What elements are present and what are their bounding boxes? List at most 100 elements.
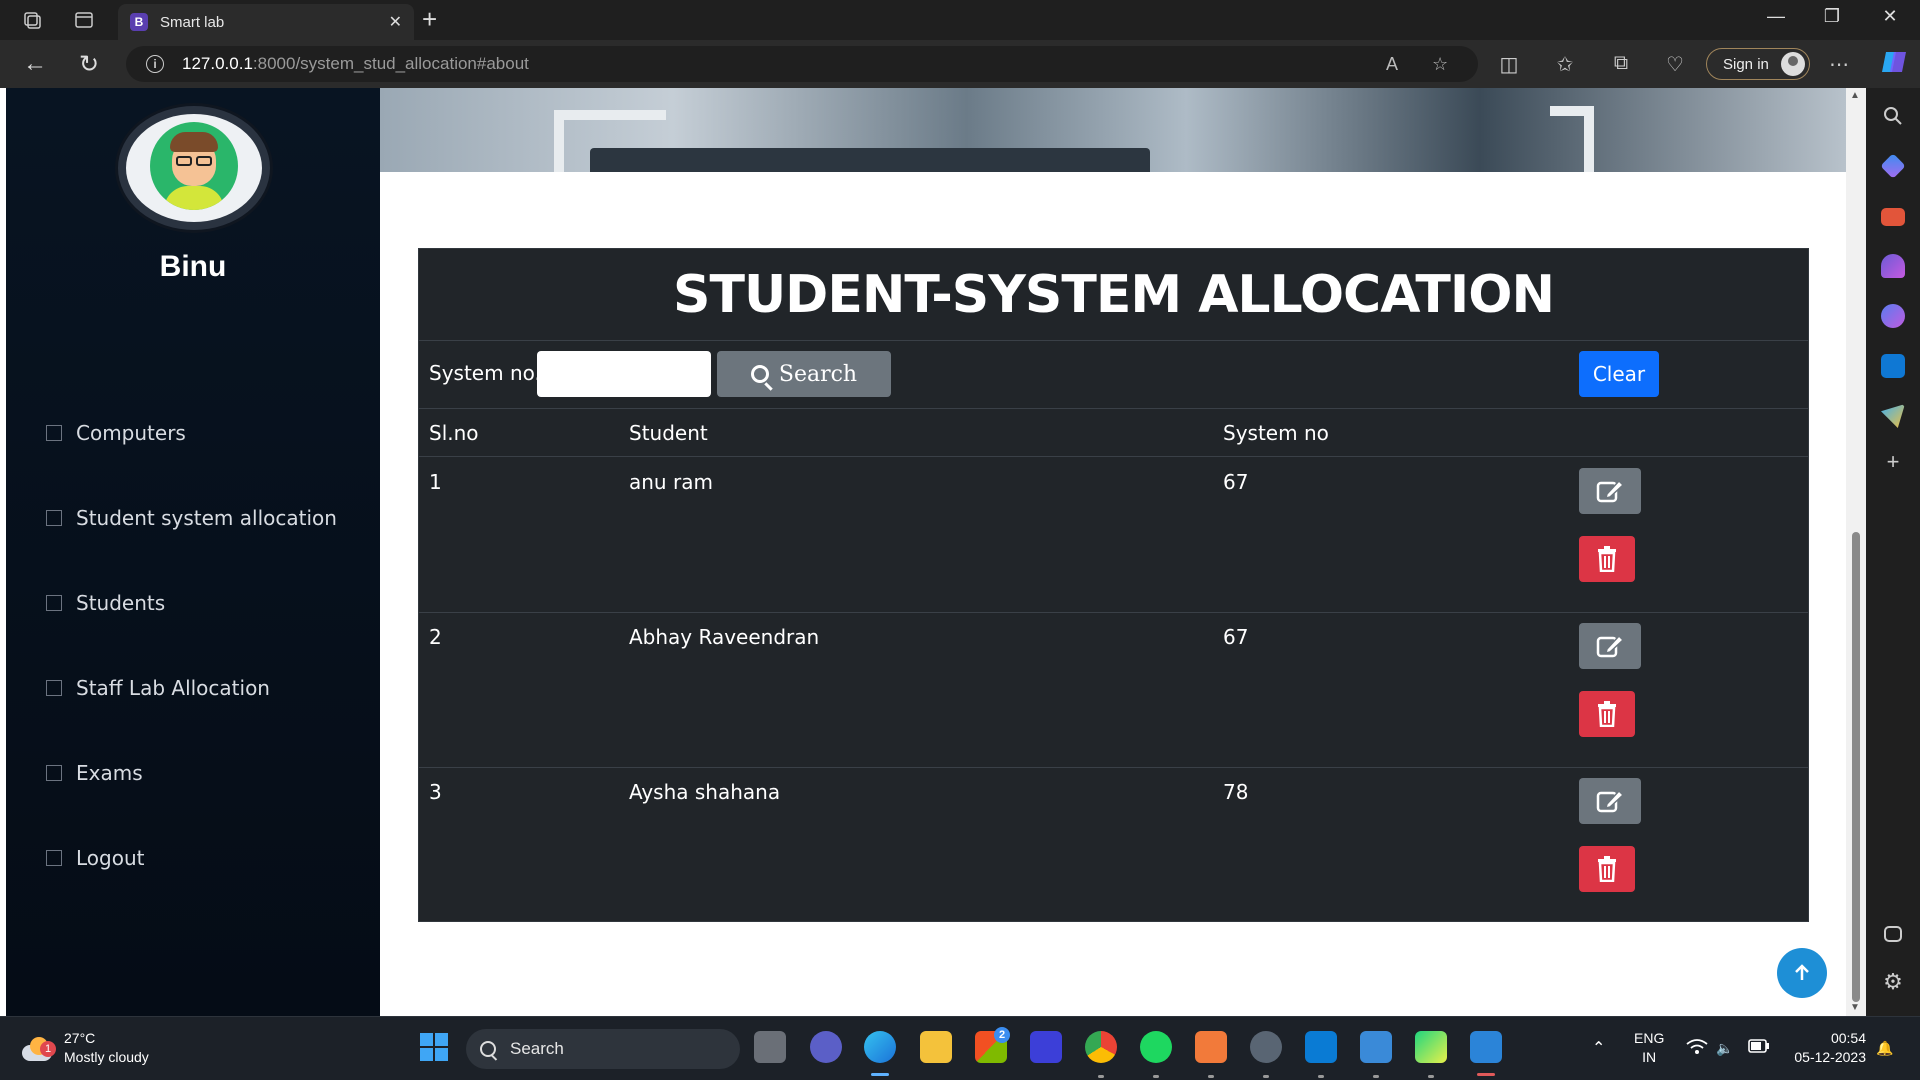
clock[interactable]: 00:54 05-12-2023 — [1786, 1029, 1866, 1067]
close-window-icon[interactable]: ✕ — [1870, 6, 1910, 27]
checkbox-icon — [46, 765, 62, 781]
tab-actions-icon[interactable] — [72, 8, 96, 32]
edge-browser-icon[interactable] — [864, 1031, 896, 1063]
copilot-icon[interactable] — [1880, 48, 1906, 82]
sidebar-item-label: Staff Lab Allocation — [76, 676, 270, 700]
clear-button[interactable]: Clear — [1579, 351, 1659, 397]
photos-app-icon[interactable] — [1470, 1031, 1502, 1063]
page-scrollbar[interactable]: ▲ ▼ — [1846, 88, 1866, 1016]
shopping-tag-icon[interactable] — [1880, 153, 1906, 179]
delete-button[interactable] — [1579, 536, 1635, 582]
weather-badge: 1 — [40, 1041, 56, 1057]
row-slno: 1 — [429, 470, 442, 494]
search-button[interactable]: Search — [717, 351, 891, 397]
postman-icon[interactable] — [1195, 1031, 1227, 1063]
minimize-icon[interactable]: — — [1756, 6, 1796, 27]
trash-icon — [1598, 701, 1616, 727]
bootstrap-favicon-icon: B — [130, 13, 148, 31]
new-tab-button[interactable]: + — [422, 6, 437, 32]
edit-icon — [1596, 479, 1625, 503]
collections-icon[interactable]: ⧉ — [1608, 52, 1634, 75]
tools-briefcase-icon[interactable] — [1881, 208, 1905, 226]
site-info-icon[interactable]: i — [146, 55, 164, 73]
checkbox-icon — [46, 680, 62, 696]
workspaces-icon[interactable] — [20, 8, 44, 32]
delete-button[interactable] — [1579, 691, 1635, 737]
browser-tabbar: B Smart lab ✕ + — ❐ ✕ — [0, 0, 1920, 40]
microsoft-365-icon[interactable] — [1881, 304, 1905, 328]
allocation-card: STUDENT-SYSTEM ALLOCATION System no. Sea… — [418, 248, 1809, 922]
file-explorer-icon[interactable] — [920, 1031, 952, 1063]
row-student: Aysha shahana — [629, 780, 781, 804]
system-no-input[interactable] — [537, 351, 711, 397]
games-icon[interactable] — [1881, 254, 1905, 278]
drop-send-icon[interactable] — [1881, 404, 1905, 428]
split-screen-icon[interactable]: ◫ — [1496, 52, 1522, 77]
vscode-icon[interactable] — [1305, 1031, 1337, 1063]
taskbar-search[interactable]: Search — [466, 1029, 740, 1069]
sign-in-button[interactable]: Sign in — [1706, 48, 1810, 80]
address-bar[interactable]: i 127.0.0.1:8000/system_stud_allocation#… — [126, 46, 1478, 82]
sidebar-item-computers[interactable]: Computers — [46, 418, 186, 448]
battery-icon[interactable] — [1748, 1039, 1770, 1058]
favorites-icon[interactable]: ✩ — [1552, 52, 1578, 77]
avatar — [118, 106, 270, 230]
url-host: 127.0.0.1 — [182, 54, 253, 73]
sidebar-item-exams[interactable]: Exams — [46, 758, 143, 788]
add-sidebar-app-icon[interactable]: + — [1881, 450, 1905, 474]
checkbox-icon — [46, 425, 62, 441]
language-bottom: IN — [1642, 1049, 1657, 1065]
language-indicator[interactable]: ENG IN — [1634, 1029, 1664, 1067]
clock-time: 00:54 — [1830, 1030, 1866, 1046]
settings-gear-icon[interactable] — [1250, 1031, 1282, 1063]
browser-essentials-icon[interactable]: ♡ — [1662, 52, 1688, 77]
refresh-icon[interactable]: ↻ — [74, 50, 104, 78]
close-tab-icon[interactable]: ✕ — [389, 12, 402, 32]
weather-widget[interactable]: 1 27°C Mostly cloudy — [20, 1029, 149, 1067]
volume-icon[interactable]: 🔈 — [1716, 1039, 1733, 1058]
tray-overflow-icon[interactable]: ⌃ — [1592, 1039, 1605, 1058]
edit-button[interactable] — [1579, 468, 1641, 514]
chrome-icon[interactable] — [1085, 1031, 1117, 1063]
spotify-icon[interactable] — [1140, 1031, 1172, 1063]
checkbox-icon — [46, 850, 62, 866]
more-options-icon[interactable]: ⋯ — [1826, 52, 1852, 77]
checkbox-icon — [46, 510, 62, 526]
store-badge: 2 — [994, 1027, 1010, 1043]
sidebar-item-staff-lab-allocation[interactable]: Staff Lab Allocation — [46, 673, 270, 703]
read-aloud-icon[interactable]: A — [1386, 54, 1398, 75]
notepad-icon[interactable] — [1360, 1031, 1392, 1063]
edit-button[interactable] — [1579, 623, 1641, 669]
sidebar-item-student-system-allocation[interactable]: Student system allocation — [46, 503, 337, 533]
tab-smart-lab[interactable]: B Smart lab ✕ — [118, 4, 414, 40]
scroll-down-arrow-icon[interactable]: ▼ — [1850, 1002, 1860, 1013]
scroll-to-top-button[interactable] — [1777, 948, 1827, 998]
pen-app-icon[interactable] — [1030, 1031, 1062, 1063]
outlook-icon[interactable] — [1881, 354, 1905, 378]
sidebar-item-logout[interactable]: Logout — [46, 843, 144, 873]
sidebar-item-label: Students — [76, 591, 166, 615]
user-avatar-icon — [150, 122, 238, 210]
pycharm-icon[interactable] — [1415, 1031, 1447, 1063]
scrollbar-thumb[interactable] — [1852, 532, 1860, 1002]
hide-sidebar-icon[interactable] — [1884, 926, 1902, 942]
settings-gear-icon[interactable]: ⚙ — [1881, 970, 1905, 994]
header-student: Student — [629, 421, 708, 445]
username: Binu — [159, 250, 227, 283]
edit-button[interactable] — [1579, 778, 1641, 824]
windows-start-icon[interactable] — [418, 1031, 450, 1063]
clock-date: 05-12-2023 — [1794, 1049, 1866, 1065]
delete-button[interactable] — [1579, 846, 1635, 892]
notification-bell-icon[interactable]: 🔔 — [1876, 1039, 1893, 1058]
back-icon[interactable]: ← — [20, 50, 50, 78]
wifi-icon[interactable] — [1686, 1039, 1708, 1060]
restore-icon[interactable]: ❐ — [1812, 6, 1852, 27]
search-icon[interactable] — [1881, 104, 1905, 128]
sidebar-item-students[interactable]: Students — [46, 588, 165, 618]
table-body: 1 anu ram 67 2 Abhay Raveendran 67 3 Ays… — [419, 458, 1808, 923]
teams-chat-icon[interactable] — [810, 1031, 842, 1063]
task-view-icon[interactable] — [754, 1031, 786, 1063]
favorite-star-icon[interactable]: ☆ — [1432, 54, 1448, 75]
scroll-up-arrow-icon[interactable]: ▲ — [1850, 90, 1860, 101]
search-row: System no. Search Clear — [419, 341, 1808, 409]
